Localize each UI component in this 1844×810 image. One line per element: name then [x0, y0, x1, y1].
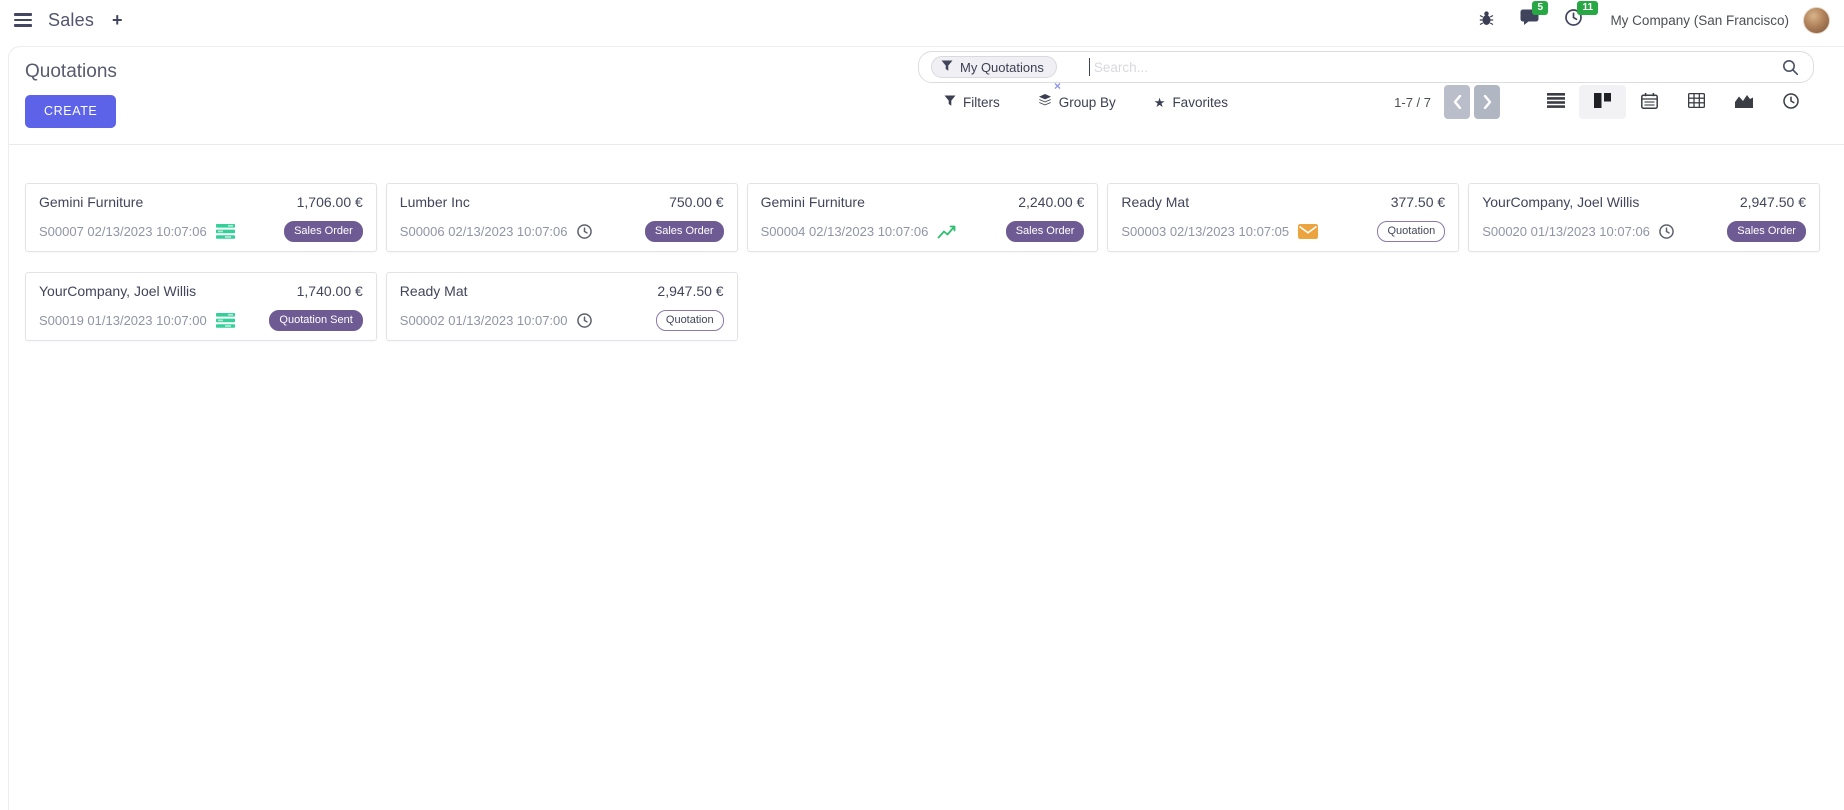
envelope-icon[interactable] [1298, 224, 1318, 239]
search-facet[interactable]: My Quotations [931, 56, 1057, 78]
card-partner-name: Ready Mat [400, 283, 468, 299]
filter-funnel-icon [941, 60, 953, 75]
view-switcher [1532, 85, 1814, 119]
kanban-card[interactable]: YourCompany, Joel Willis 1,740.00 € S000… [25, 272, 377, 341]
search-icon[interactable] [1780, 57, 1801, 78]
group-by-label: Group By [1059, 95, 1116, 110]
facet-remove-icon[interactable]: × [1054, 80, 1061, 92]
top-navbar: Sales + 5 11 My Company (San Francisco) [0, 0, 1844, 40]
card-status-badge: Sales Order [645, 221, 724, 242]
view-switcher-kanban[interactable] [1579, 85, 1626, 119]
messages-button[interactable]: 5 [1520, 9, 1539, 31]
card-partner-name: Lumber Inc [400, 194, 470, 210]
activity-lines-icon[interactable] [216, 224, 235, 239]
card-status-badge: Sales Order [1727, 221, 1806, 242]
card-partner-name: YourCompany, Joel Willis [1482, 194, 1639, 210]
card-reference-datetime: S00006 02/13/2023 10:07:06 [400, 224, 568, 239]
favorites-dropdown[interactable]: ★ Favorites [1154, 95, 1228, 110]
debug-button[interactable] [1479, 10, 1494, 31]
graph-view-icon [1735, 93, 1753, 111]
kanban-card[interactable]: Gemini Furniture 1,706.00 € S00007 02/13… [25, 183, 377, 252]
kanban-view-icon [1594, 93, 1611, 111]
view-switcher-pivot[interactable] [1673, 85, 1720, 119]
view-switcher-graph[interactable] [1720, 85, 1767, 119]
card-amount: 1,706.00 € [297, 194, 363, 210]
group-by-dropdown[interactable]: Group By [1038, 94, 1116, 110]
card-status-badge: Quotation Sent [269, 310, 362, 331]
card-status-badge: Quotation [656, 310, 724, 331]
card-reference-datetime: S00020 01/13/2023 10:07:06 [1482, 224, 1650, 239]
kanban-card[interactable]: Ready Mat 2,947.50 € S00002 01/13/2023 1… [386, 272, 738, 341]
card-partner-name: Gemini Furniture [39, 194, 143, 210]
card-reference-datetime: S00007 02/13/2023 10:07:06 [39, 224, 207, 239]
card-status-badge: Quotation [1377, 221, 1445, 242]
filters-dropdown[interactable]: Filters [944, 95, 1000, 110]
clock-icon[interactable] [1659, 224, 1674, 239]
messages-count-badge: 5 [1532, 1, 1548, 15]
card-amount: 2,947.50 € [657, 283, 723, 299]
favorites-label: Favorites [1172, 95, 1228, 110]
list-view-icon [1547, 93, 1565, 111]
card-reference-datetime: S00004 02/13/2023 10:07:06 [761, 224, 929, 239]
page-title: Quotations [25, 61, 117, 83]
card-partner-name: Ready Mat [1121, 194, 1189, 210]
user-avatar[interactable] [1803, 7, 1830, 34]
create-button[interactable]: CREATE [25, 95, 116, 128]
kanban-card[interactable]: Lumber Inc 750.00 € S00006 02/13/2023 10… [386, 183, 738, 252]
view-switcher-calendar[interactable] [1626, 85, 1673, 119]
user-company-menu[interactable]: My Company (San Francisco) [1610, 13, 1789, 28]
activity-view-icon [1783, 93, 1799, 112]
star-icon: ★ [1154, 96, 1166, 109]
pager-previous-button[interactable] [1444, 85, 1470, 119]
apps-menu-icon[interactable] [12, 9, 34, 31]
card-reference-datetime: S00019 01/13/2023 10:07:00 [39, 313, 207, 328]
bug-icon [1479, 10, 1494, 31]
card-amount: 750.00 € [669, 194, 724, 210]
search-facet-label: My Quotations [960, 60, 1044, 75]
kanban-card[interactable]: Ready Mat 377.50 € S00003 02/13/2023 10:… [1107, 183, 1459, 252]
filter-funnel-icon [944, 95, 956, 110]
kanban-card[interactable]: Gemini Furniture 2,240.00 € S00004 02/13… [747, 183, 1099, 252]
clock-icon[interactable] [577, 313, 592, 328]
activity-lines-icon[interactable] [216, 313, 235, 328]
card-amount: 377.50 € [1391, 194, 1446, 210]
card-status-badge: Sales Order [1006, 221, 1085, 242]
current-app-label[interactable]: Sales [48, 10, 94, 31]
card-amount: 2,240.00 € [1018, 194, 1084, 210]
card-reference-datetime: S00003 02/13/2023 10:07:05 [1121, 224, 1289, 239]
control-panel: Quotations CREATE My Quotations × [9, 47, 1844, 145]
card-amount: 1,740.00 € [297, 283, 363, 299]
activities-button[interactable]: 11 [1565, 9, 1582, 31]
add-menu-icon[interactable]: + [108, 11, 127, 29]
pager-next-button[interactable] [1474, 85, 1500, 119]
card-reference-datetime: S00002 01/13/2023 10:07:00 [400, 313, 568, 328]
pager: 1-7 / 7 [1394, 85, 1500, 119]
search-bar[interactable]: My Quotations × [918, 51, 1814, 83]
clock-icon[interactable] [577, 224, 592, 239]
view-switcher-activity[interactable] [1767, 85, 1814, 119]
pivot-view-icon [1688, 93, 1705, 111]
layers-icon [1038, 94, 1052, 110]
action-panel: Quotations CREATE My Quotations × [8, 46, 1844, 810]
pager-range: 1-7 / 7 [1394, 95, 1431, 110]
chart-up-icon[interactable] [937, 223, 957, 239]
calendar-view-icon [1641, 93, 1658, 112]
card-partner-name: YourCompany, Joel Willis [39, 283, 196, 299]
search-options: Filters Group By ★ Favorites [918, 94, 1228, 110]
card-partner-name: Gemini Furniture [761, 194, 865, 210]
activities-count-badge: 11 [1577, 1, 1598, 15]
search-input[interactable] [1090, 60, 1780, 75]
card-amount: 2,947.50 € [1740, 194, 1806, 210]
kanban-view: Gemini Furniture 1,706.00 € S00007 02/13… [25, 183, 1820, 341]
view-switcher-list[interactable] [1532, 85, 1579, 119]
filters-label: Filters [963, 95, 1000, 110]
kanban-card[interactable]: YourCompany, Joel Willis 2,947.50 € S000… [1468, 183, 1820, 252]
card-status-badge: Sales Order [284, 221, 363, 242]
